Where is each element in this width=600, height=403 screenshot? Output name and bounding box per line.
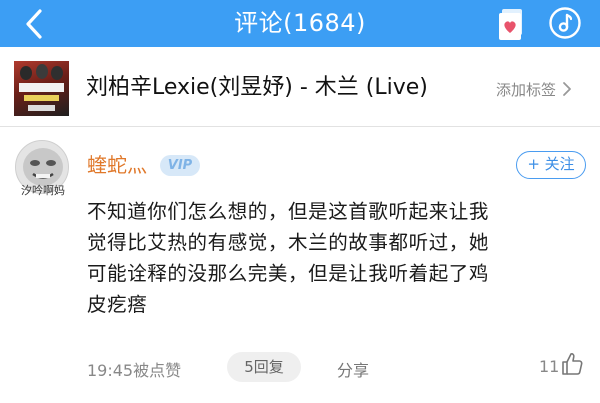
chevron-right-icon (563, 82, 571, 96)
comment-username[interactable]: 蝰蛇灬 (87, 152, 147, 178)
song-title: 刘柏辛Lexie(刘昱妤) - 木兰 (Live) (86, 75, 428, 100)
add-tag-label: 添加标签 (496, 80, 557, 99)
comment-timestamp: 19:45被点赞 (87, 361, 182, 380)
comment-line: 不知道你们怎么想的，但是这首歌听起来让我 (87, 200, 490, 223)
like-count: 11 (539, 357, 560, 376)
reply-button[interactable]: 5回复 (227, 352, 301, 382)
add-tag-button[interactable]: 添加标签 (496, 79, 573, 99)
follow-button[interactable]: + 关注 (516, 151, 586, 179)
avatar-caption: 汐吟啊妈 (21, 184, 65, 197)
header-bar: 评论(1684) (0, 0, 600, 47)
vip-badge: VIP (160, 155, 200, 176)
thumbs-up-icon[interactable] (560, 351, 584, 377)
music-card-icon[interactable] (495, 6, 531, 42)
comment-body[interactable]: 不知道你们怎么想的，但是这首歌听起来让我 觉得比艾热的有感觉，木兰的故事都听过，… (87, 196, 587, 320)
comment-line: 皮疙瘩 (87, 293, 148, 316)
song-info-row[interactable]: 刘柏辛Lexie(刘昱妤) - 木兰 (Live) 添加标签 (0, 57, 600, 121)
album-cover[interactable] (14, 61, 69, 116)
comment-line: 觉得比艾热的有感觉，木兰的故事都听过，她 (87, 231, 490, 254)
now-playing-disc-icon[interactable] (548, 6, 582, 40)
comment-line: 可能诠释的没那么完美，但是让我听着起了鸡 (87, 262, 490, 285)
section-divider (0, 126, 600, 127)
share-button[interactable]: 分享 (337, 357, 369, 381)
